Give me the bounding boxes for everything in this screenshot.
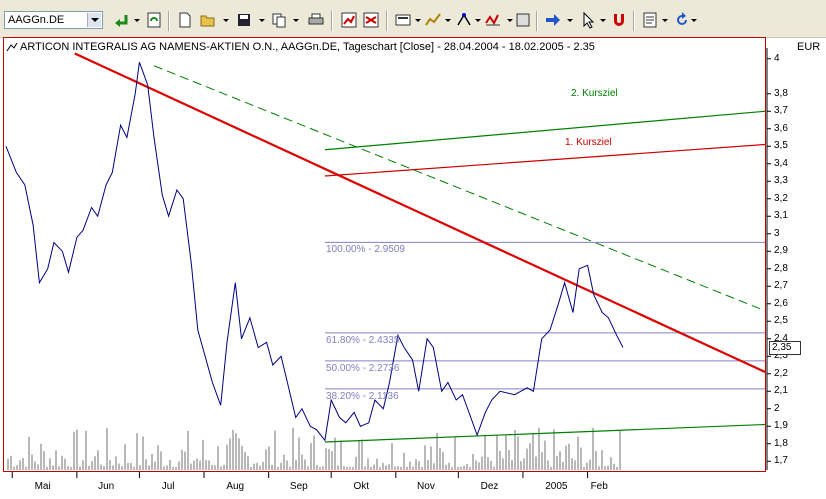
fibonacci-618-label: 61.80% - 2.4335 <box>326 334 400 346</box>
kursziel-1-label: 1. Kursziel <box>565 137 612 148</box>
price-line <box>5 62 624 442</box>
y-tick-label: 3,4 <box>774 157 788 169</box>
trendline-green-dashed <box>153 65 766 312</box>
y-tick-label: 3,8 <box>774 87 788 99</box>
y-tick-label: 2,1 <box>774 385 788 397</box>
y-tick-label: 1,9 <box>774 420 788 432</box>
kursziel-2-label: 2. Kursziel <box>571 88 618 99</box>
y-tick-label: 3,5 <box>774 140 788 152</box>
x-tick-label: Jul <box>161 481 175 492</box>
price-chart <box>5 48 771 478</box>
y-tick-label: 3,2 <box>774 192 788 204</box>
x-tick-label: 2005 <box>545 481 568 492</box>
fibonacci-50-label: 50.00% - 2.2736 <box>326 362 400 374</box>
y-tick-label: 3,1 <box>774 210 788 222</box>
y-tick-label: 2 <box>774 402 780 414</box>
y-tick-label: 3,3 <box>774 175 788 187</box>
fibonacci-100-label: 100.00% - 2.9509 <box>326 244 405 256</box>
y-tick-label: 4 <box>774 52 780 64</box>
fibonacci-382-label: 38.20% - 2.1136 <box>326 390 399 402</box>
y-tick-label: 2,6 <box>774 297 788 309</box>
x-tick-label: Feb <box>590 481 608 492</box>
y-tick-label: 3,6 <box>774 122 788 134</box>
y-tick-label: 2,8 <box>774 262 788 274</box>
last-price-tag: 2,35 <box>769 340 801 355</box>
x-tick-label: Sep <box>289 481 308 492</box>
y-tick-label: 3 <box>774 227 780 239</box>
x-tick-label: Nov <box>417 481 435 492</box>
trendline-red <box>74 52 766 373</box>
y-tick-label: 2,2 <box>774 367 788 379</box>
y-tick-label: 1,7 <box>774 455 788 467</box>
support-line-green <box>324 423 766 443</box>
y-tick-label: 2,5 <box>774 315 788 327</box>
kursziel-2-line <box>324 110 766 151</box>
y-tick-label: 2,7 <box>774 280 788 292</box>
x-tick-label: Okt <box>353 481 370 492</box>
y-tick-label: 3,7 <box>774 105 788 117</box>
x-tick-label: Jun <box>98 481 115 492</box>
x-tick-label: Mai <box>34 481 51 492</box>
x-tick-label: Aug <box>226 481 245 492</box>
x-tick-label: Dez <box>480 481 499 492</box>
y-tick-label: 1,8 <box>774 437 788 449</box>
y-tick-label: 2,9 <box>774 245 788 257</box>
